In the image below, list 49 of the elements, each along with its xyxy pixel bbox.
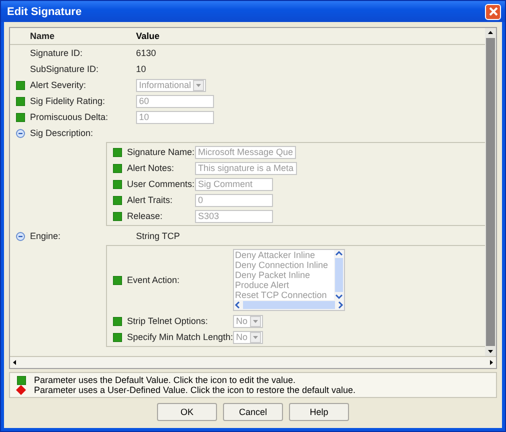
field-value: 6130 bbox=[136, 48, 156, 58]
scrollbar[interactable] bbox=[485, 28, 496, 356]
field-label: Event Action: bbox=[127, 275, 181, 285]
scrollbar[interactable] bbox=[10, 356, 496, 368]
list-item[interactable]: Produce Alert bbox=[235, 280, 334, 290]
list-item[interactable]: Deny Connection Inline bbox=[235, 260, 334, 270]
field-label: Specify Min Match Length: bbox=[127, 332, 233, 342]
list-item[interactable]: Reset TCP Connection bbox=[235, 290, 334, 300]
input-field[interactable]: Microsoft Message Que bbox=[195, 146, 296, 158]
input-field[interactable]: This signature is a Meta bbox=[195, 162, 297, 174]
field-label: Alert Traits: bbox=[127, 195, 174, 205]
dropdown[interactable]: No bbox=[233, 330, 263, 344]
list-item[interactable]: Deny Packet Inline bbox=[235, 270, 334, 280]
column-header: Value bbox=[136, 31, 160, 41]
input-field[interactable]: 60 bbox=[136, 94, 214, 108]
group-label: Sig Description: bbox=[30, 128, 94, 138]
group-value: String TCP bbox=[136, 231, 180, 241]
field-label: Signature ID: bbox=[30, 48, 84, 58]
input-field[interactable]: S303 bbox=[195, 210, 273, 222]
group-label: Engine: bbox=[30, 231, 62, 241]
input-field[interactable]: 0 bbox=[195, 194, 273, 206]
field-label: Alert Severity: bbox=[30, 80, 88, 90]
dialog-button[interactable]: OK bbox=[157, 403, 217, 421]
field-label: Strip Telnet Options: bbox=[127, 316, 209, 326]
input-field[interactable]: Sig Comment bbox=[195, 178, 273, 190]
dropdown[interactable]: No bbox=[233, 314, 263, 328]
field-label: SubSignature ID: bbox=[30, 64, 100, 74]
diamond-icon[interactable] bbox=[16, 385, 26, 395]
list-box[interactable]: Deny Attacker Inline Deny Connection Inline Deny Packet Inline Produce Alert Reset TCP Connection bbox=[233, 249, 345, 311]
field-label: Release: bbox=[127, 211, 164, 221]
dropdown[interactable]: Informational bbox=[136, 78, 206, 92]
field-label: Signature Name: bbox=[127, 147, 195, 157]
dialog-button[interactable]: Help bbox=[289, 403, 349, 421]
list-item[interactable]: Deny Attacker Inline bbox=[235, 250, 334, 260]
field-label: User Comments: bbox=[127, 179, 195, 189]
minus-circle-icon[interactable] bbox=[16, 128, 24, 138]
window-title: Edit Signature bbox=[7, 6, 82, 18]
field-label: Alert Notes: bbox=[127, 163, 176, 173]
input-field[interactable]: 10 bbox=[136, 110, 214, 124]
column-header: Name bbox=[30, 31, 56, 41]
legend-text: Parameter uses the Default Value. Click the icon to edit the value. bbox=[34, 375, 296, 385]
field-label: Promiscuous Delta: bbox=[30, 112, 110, 122]
close-button[interactable] bbox=[485, 4, 501, 20]
legend-text: Parameter uses a User-Defined Value. Click the icon to restore the default value. bbox=[34, 385, 356, 395]
close-icon[interactable] bbox=[488, 7, 498, 16]
dialog-button[interactable]: Cancel bbox=[223, 403, 283, 421]
field-label: Sig Fidelity Rating: bbox=[30, 96, 106, 106]
field-value: 10 bbox=[136, 64, 146, 74]
minus-circle-icon[interactable] bbox=[16, 232, 24, 240]
